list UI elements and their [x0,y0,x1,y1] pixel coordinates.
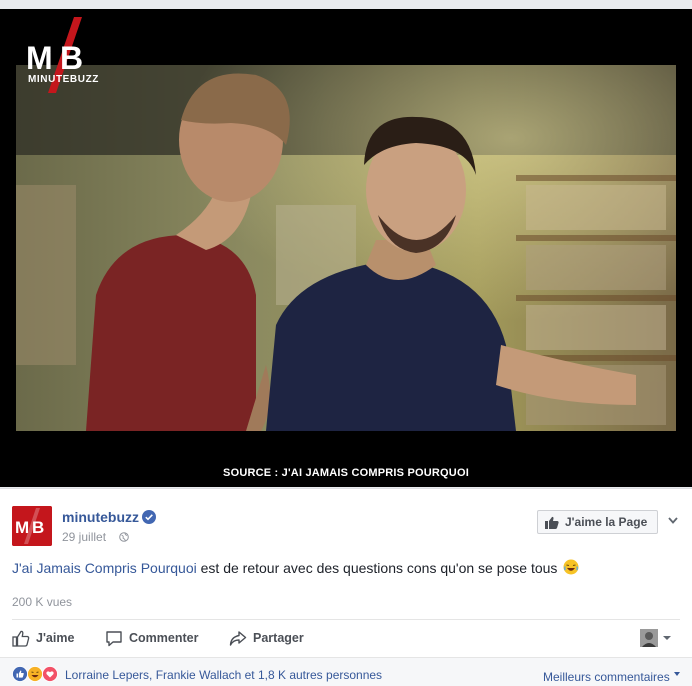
comment-label: Commenter [129,631,199,645]
page-avatar[interactable]: M B [12,506,52,546]
divider [12,619,680,620]
thumbs-up-icon [545,516,559,529]
comment-sort-dropdown[interactable]: Meilleurs commentaires [543,670,670,684]
like-label: J'aime [36,631,75,645]
like-button[interactable]: J'aime [12,629,74,647]
chevron-down-icon[interactable] [666,514,680,526]
post-timestamp[interactable]: 29 juillet [62,530,106,544]
comment-button[interactable]: Commenter [105,629,198,647]
like-page-label: J'aime la Page [565,515,648,529]
chevron-down-icon [663,636,671,640]
post-message-link[interactable]: J'ai Jamais Compris Pourquoi [12,560,197,576]
love-reaction-icon [42,666,58,682]
reaction-icons[interactable] [12,666,64,682]
like-page-button[interactable]: J'aime la Page [537,510,658,534]
viewer-select[interactable] [640,629,672,647]
reactions-summary-link[interactable]: Lorraine Lepers, Frankie Wallach et 1,8 … [65,668,382,682]
post-message-text: est de retour avec des questions cons qu… [196,560,558,576]
comment-icon [106,630,122,646]
post-card: M B minutebuzz 29 juillet J'aime la Page… [0,488,692,686]
haha-reaction-icon [27,666,43,682]
minutebuzz-avatar-icon: M B [12,506,52,546]
post-message: J'ai Jamais Compris Pourquoi est de reto… [12,559,579,576]
video-frame[interactable] [16,65,676,431]
svg-text:M: M [26,40,53,76]
share-icon [229,630,247,646]
reactions-bar: Lorraine Lepers, Frankie Wallach et 1,8 … [0,658,692,686]
verified-badge-icon [142,510,156,524]
viewer-avatar [640,629,658,647]
laughing-emoji-icon [563,559,579,575]
svg-text:B: B [32,518,44,537]
globe-icon [119,532,129,542]
video-scene-image [16,65,676,431]
svg-text:B: B [60,40,83,76]
brand-wordmark: MINUTEBUZZ [28,74,99,85]
page-name-link[interactable]: minutebuzz [62,509,139,525]
video-player[interactable]: M B MINUTEBUZZ SOURCE : J'AI JAMAIS COMP… [0,9,692,487]
share-button[interactable]: Partager [229,629,304,647]
view-count: 200 K vues [12,595,73,609]
video-subtitle: SOURCE : J'AI JAMAIS COMPRIS POURQUOI [223,467,469,479]
svg-text:M: M [15,518,29,537]
chevron-down-icon[interactable] [674,672,680,676]
share-label: Partager [253,631,304,645]
like-reaction-icon [12,666,28,682]
thumbs-up-icon [12,630,30,647]
